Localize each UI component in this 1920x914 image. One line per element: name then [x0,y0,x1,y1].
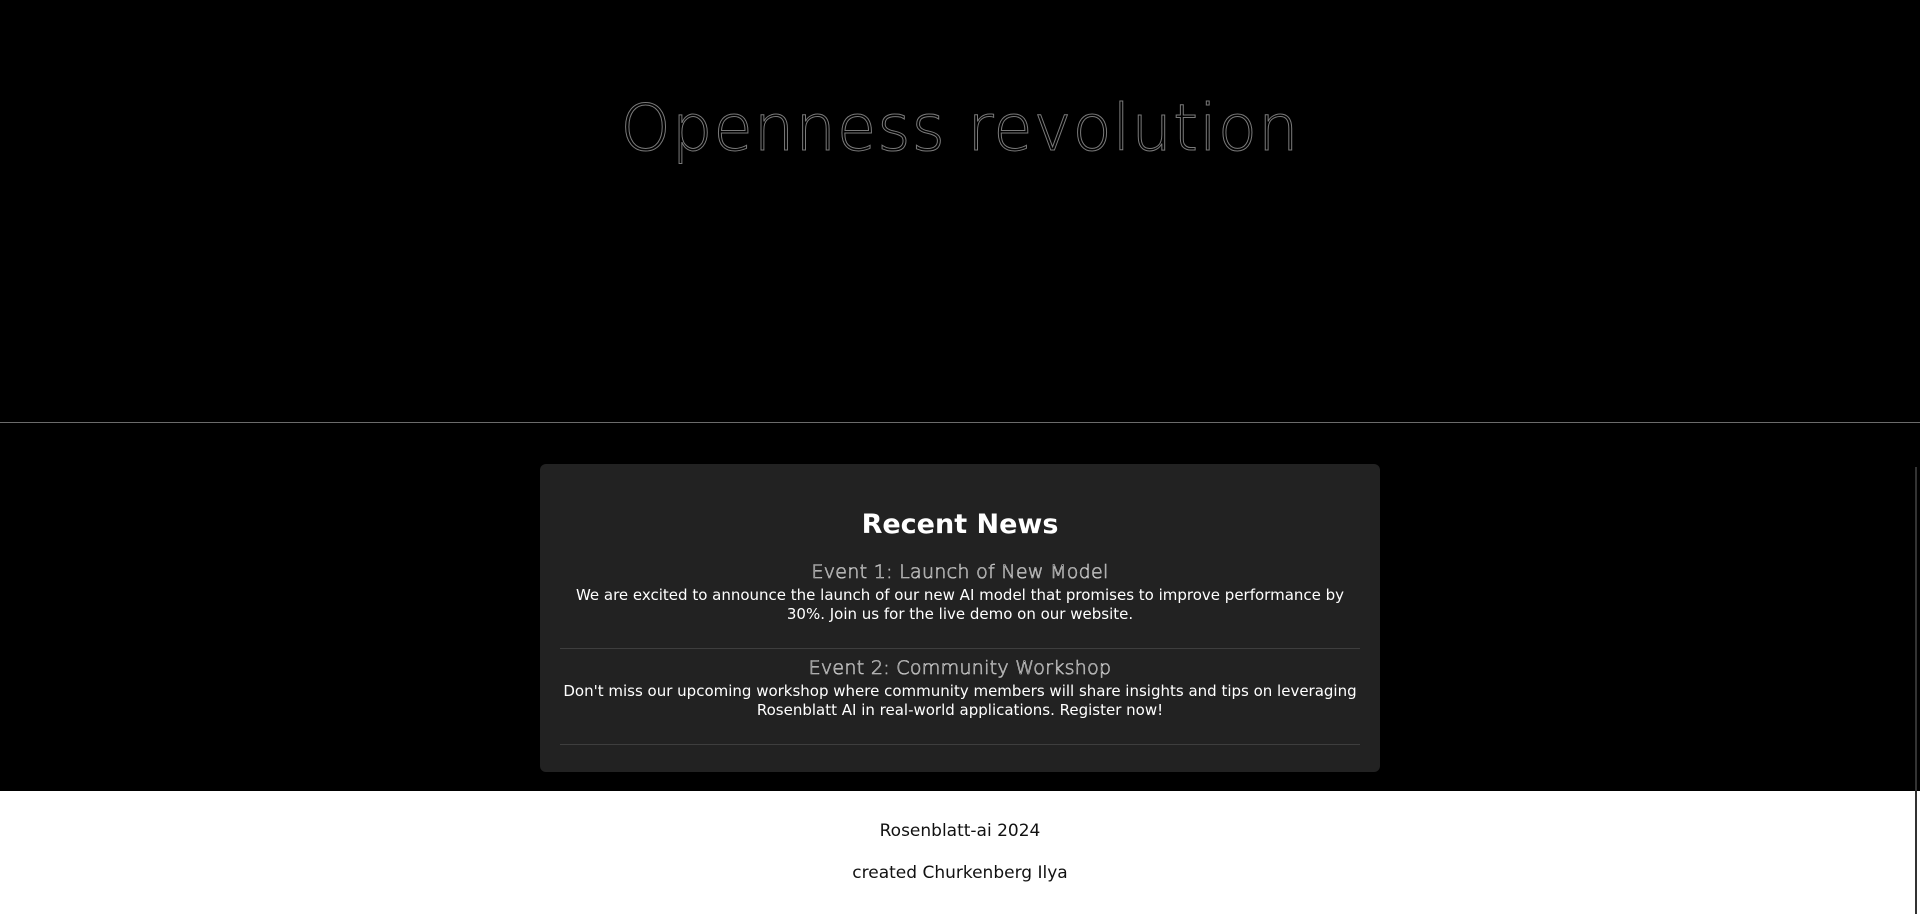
news-item: Event 1: Launch of New Model We are exci… [560,560,1360,649]
hero-section: Openness revolution [0,0,1920,422]
news-item-body: Don't miss our upcoming workshop where c… [563,682,1357,719]
news-card: Recent News Event 1: Launch of New Model… [540,464,1380,772]
page: Openness revolution Recent News Event 1:… [0,0,1920,914]
news-item-body: We are excited to announce the launch of… [575,586,1345,623]
news-item: Event 2: Community Workshop Don't miss o… [560,656,1360,745]
hero-title: Openness revolution [620,92,1300,167]
news-section: Recent News Event 1: Launch of New Model… [0,423,1920,791]
news-item-title: Event 1: Launch of New Model [811,561,1109,584]
news-item-title: Event 2: Community Workshop [808,657,1112,680]
footer: Rosenblatt-ai 2024 created Churkenberg I… [0,791,1920,914]
footer-credit: created Churkenberg Ilya [852,863,1068,883]
news-heading: Recent News [861,509,1059,540]
footer-copyright: Rosenblatt-ai 2024 [879,821,1041,841]
scrollbar[interactable] [1915,467,1917,914]
